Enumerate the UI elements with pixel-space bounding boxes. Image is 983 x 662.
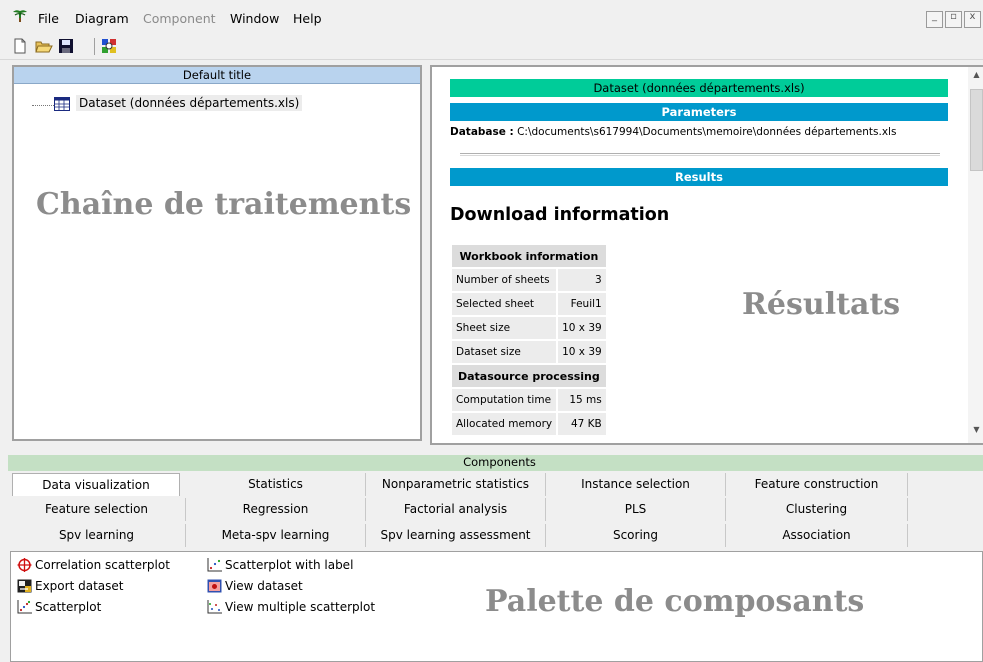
workbook-table: Workbook information Number of sheets 3 S… bbox=[450, 243, 608, 437]
minimize-icon: _ bbox=[932, 11, 937, 22]
open-folder-icon[interactable] bbox=[35, 37, 53, 55]
restore-button[interactable]: ▫ bbox=[945, 11, 962, 28]
datasource-header: Datasource processing bbox=[452, 365, 606, 387]
table-header-row: Workbook information bbox=[452, 245, 606, 267]
tab-nonparametric-statistics[interactable]: Nonparametric statistics bbox=[366, 473, 546, 496]
component-palette: Correlation scatterplot Export dataset S… bbox=[10, 551, 983, 662]
tanagra-tree-icon bbox=[13, 10, 27, 22]
row-label: Dataset size bbox=[452, 341, 557, 363]
dataset-table-icon bbox=[54, 97, 70, 111]
database-label: Database : bbox=[450, 126, 514, 138]
table-row: Allocated memory 47 KB bbox=[452, 413, 606, 435]
new-file-icon[interactable] bbox=[11, 37, 29, 55]
row-value: 15 ms bbox=[558, 389, 606, 411]
menu-window[interactable]: Window bbox=[230, 11, 279, 26]
tab-feature-selection[interactable]: Feature selection bbox=[8, 498, 186, 521]
execute-icon[interactable] bbox=[101, 37, 119, 55]
dataset-bar: Dataset (données départements.xls) bbox=[450, 79, 948, 97]
download-title: Download information bbox=[450, 205, 670, 225]
row-label: Number of sheets bbox=[452, 269, 557, 291]
diagram-panel: Default title Dataset (données départeme… bbox=[12, 65, 422, 441]
table-row: Computation time 15 ms bbox=[452, 389, 606, 411]
tab-association[interactable]: Association bbox=[726, 524, 908, 547]
component-correlation-scatterplot[interactable]: Correlation scatterplot bbox=[17, 558, 170, 572]
scatterplot-label-icon bbox=[207, 558, 222, 572]
palette-watermark: Palette de composants bbox=[485, 584, 865, 619]
results-panel: Dataset (données départements.xls) Param… bbox=[430, 65, 983, 445]
component-scatterplot[interactable]: Scatterplot bbox=[17, 600, 101, 614]
tab-scoring[interactable]: Scoring bbox=[546, 524, 726, 547]
menu-diagram[interactable]: Diagram bbox=[75, 11, 129, 26]
table-row: Number of sheets 3 bbox=[452, 269, 606, 291]
tab-statistics[interactable]: Statistics bbox=[186, 473, 366, 496]
database-line: Database : C:\documents\s617994\Document… bbox=[450, 126, 896, 138]
parameters-bar: Parameters bbox=[450, 103, 948, 121]
table-header-row: Datasource processing bbox=[452, 365, 606, 387]
view-dataset-icon bbox=[207, 579, 222, 593]
component-label: Scatterplot bbox=[35, 600, 102, 614]
row-label: Computation time bbox=[452, 389, 557, 411]
minimize-button[interactable]: _ bbox=[926, 11, 943, 28]
tab-data-visualization[interactable]: Data visualization bbox=[12, 473, 180, 496]
tab-spv-learning[interactable]: Spv learning bbox=[8, 524, 186, 547]
row-value: 10 x 39 bbox=[558, 317, 606, 339]
menu-component[interactable]: Component bbox=[143, 11, 216, 26]
tab-feature-construction[interactable]: Feature construction bbox=[726, 473, 908, 496]
chain-watermark: Chaîne de traitements bbox=[36, 187, 412, 222]
table-row: Selected sheet Feuil1 bbox=[452, 293, 606, 315]
menu-help[interactable]: Help bbox=[293, 11, 322, 26]
tab-instance-selection[interactable]: Instance selection bbox=[546, 473, 726, 496]
components-header: Components bbox=[8, 455, 983, 471]
row-value: 47 KB bbox=[558, 413, 606, 435]
scroll-up-icon[interactable]: ▲ bbox=[968, 70, 983, 79]
component-view-dataset[interactable]: View dataset bbox=[207, 579, 303, 593]
save-icon[interactable] bbox=[57, 37, 75, 55]
component-label: Scatterplot with label bbox=[225, 558, 354, 572]
row-value: 3 bbox=[558, 269, 606, 291]
results-bar: Results bbox=[450, 168, 948, 186]
workbook-header: Workbook information bbox=[452, 245, 606, 267]
component-label: Correlation scatterplot bbox=[35, 558, 170, 572]
scatterplot-icon bbox=[17, 600, 32, 614]
tree-connector bbox=[32, 105, 54, 106]
component-label: View multiple scatterplot bbox=[225, 600, 376, 614]
row-value: Feuil1 bbox=[558, 293, 606, 315]
component-scatterplot-with-label[interactable]: Scatterplot with label bbox=[207, 558, 353, 572]
row-label: Allocated memory bbox=[452, 413, 557, 435]
toolbar bbox=[0, 34, 983, 60]
component-label: View dataset bbox=[225, 579, 303, 593]
row-value: 10 x 39 bbox=[558, 341, 606, 363]
tab-regression[interactable]: Regression bbox=[186, 498, 366, 521]
results-watermark: Résultats bbox=[742, 287, 901, 322]
component-label: Export dataset bbox=[35, 579, 124, 593]
multiple-scatterplot-icon bbox=[207, 600, 222, 614]
menu-file[interactable]: File bbox=[38, 11, 59, 26]
divider bbox=[460, 153, 940, 156]
menu-bar: File Diagram Component Window Help _ ▫ x bbox=[0, 0, 983, 34]
crosshair-icon bbox=[17, 558, 32, 572]
component-view-multiple-scatterplot[interactable]: View multiple scatterplot bbox=[207, 600, 375, 614]
toolbar-separator bbox=[94, 38, 95, 55]
tab-spv-learning-assessment[interactable]: Spv learning assessment bbox=[366, 524, 546, 547]
tree-node-dataset[interactable]: Dataset (données départements.xls) bbox=[76, 95, 303, 111]
table-row: Dataset size 10 x 39 bbox=[452, 341, 606, 363]
tab-factorial-analysis[interactable]: Factorial analysis bbox=[366, 498, 546, 521]
scroll-thumb[interactable] bbox=[970, 89, 983, 171]
tab-clustering[interactable]: Clustering bbox=[726, 498, 908, 521]
restore-icon: ▫ bbox=[950, 11, 957, 22]
results-scrollbar[interactable]: ▲ ▼ bbox=[968, 67, 983, 443]
row-label: Sheet size bbox=[452, 317, 557, 339]
component-tabs: Data visualization Statistics Nonparamet… bbox=[8, 471, 908, 547]
database-path: C:\documents\s617994\Documents\memoire\d… bbox=[517, 126, 897, 138]
tab-meta-spv-learning[interactable]: Meta-spv learning bbox=[186, 524, 366, 547]
diagram-title: Default title bbox=[14, 67, 420, 84]
export-icon bbox=[17, 579, 32, 593]
row-label: Selected sheet bbox=[452, 293, 557, 315]
table-row: Sheet size 10 x 39 bbox=[452, 317, 606, 339]
close-button[interactable]: x bbox=[964, 11, 981, 28]
component-export-dataset[interactable]: Export dataset bbox=[17, 579, 123, 593]
scroll-down-icon[interactable]: ▼ bbox=[968, 425, 983, 434]
close-icon: x bbox=[969, 11, 976, 22]
tab-pls[interactable]: PLS bbox=[546, 498, 726, 521]
